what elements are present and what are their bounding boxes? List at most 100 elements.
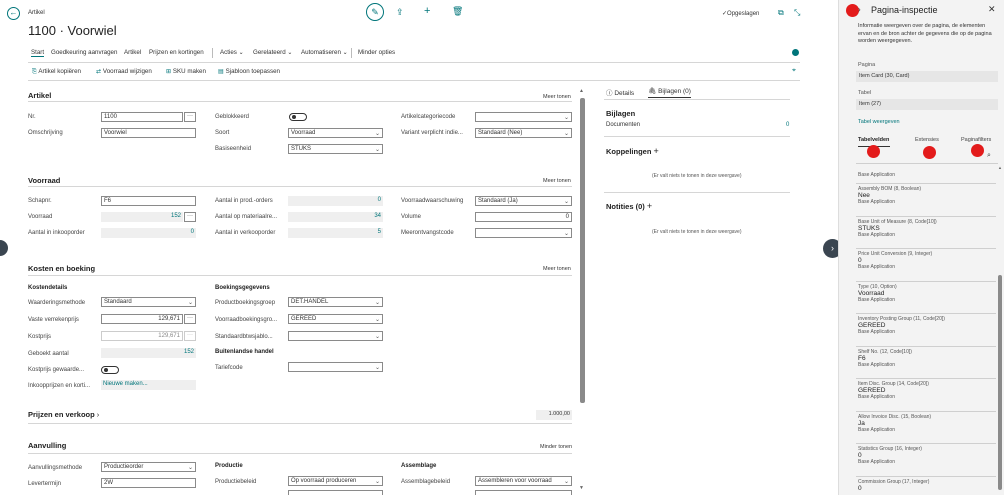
inspector-field-item[interactable]: Allow Invoice Disc. (15, Boolean) Ja Base … bbox=[858, 414, 996, 433]
notities-title: Notities (0) + bbox=[606, 201, 652, 211]
menu-goedkeuring[interactable]: Goedkeuring aanvragen bbox=[51, 49, 117, 56]
menu-acties-label: Acties bbox=[220, 49, 237, 56]
waarschuwing-select[interactable]: Standaard (Ja) ⌄ bbox=[475, 196, 572, 206]
add-link-icon[interactable]: + bbox=[654, 146, 659, 156]
menu-start[interactable]: Start bbox=[31, 49, 45, 57]
nr-lookup-button[interactable]: ··· bbox=[184, 112, 196, 122]
volume-field[interactable]: 0 bbox=[475, 212, 572, 222]
documenten-count[interactable]: 0 bbox=[786, 122, 789, 128]
menu-minder-opties[interactable]: Minder opties bbox=[358, 49, 395, 56]
tarief-select[interactable]: ⌄ bbox=[288, 362, 383, 372]
tab-bijlagen[interactable]: 🖇 Bijlagen (0) bbox=[648, 87, 691, 98]
tab-extensies[interactable]: Extensies bbox=[915, 137, 939, 143]
tab-details[interactable]: ⓘ Details bbox=[606, 87, 634, 97]
show-more-kosten[interactable]: Meer tonen bbox=[543, 266, 571, 272]
section-artikel-title[interactable]: Artikel bbox=[28, 91, 51, 100]
section-prijzen-title[interactable]: Prijzen en verkoop › bbox=[28, 410, 99, 419]
gewaard-toggle[interactable] bbox=[101, 366, 119, 374]
menu-acties[interactable]: Acties ⌄ bbox=[220, 49, 244, 56]
show-less-aanvulling[interactable]: Minder tonen bbox=[540, 444, 572, 450]
page-title: 1100 · Voorwiel bbox=[28, 23, 117, 38]
voorraad-lookup-button[interactable]: ··· bbox=[184, 212, 196, 222]
previous-record-button[interactable] bbox=[0, 240, 8, 256]
add-icon[interactable]: + bbox=[424, 5, 430, 17]
kostprijs-lookup-button[interactable]: ··· bbox=[184, 331, 196, 341]
pin-icon[interactable]: ⌖ bbox=[792, 67, 796, 75]
delete-icon[interactable]: 🗑 bbox=[452, 6, 463, 17]
assemblagebeleid-select[interactable]: Assembleren voor voorraad ⌄ bbox=[475, 476, 572, 486]
soort-select[interactable]: Voorraad ⌄ bbox=[288, 128, 383, 138]
field-source: Base Application bbox=[858, 296, 895, 303]
vaste-lookup-button[interactable]: ··· bbox=[184, 314, 196, 324]
copy-item-button[interactable]: ⎘ Artikel kopiëren bbox=[32, 68, 81, 76]
assemblage-extra-field[interactable] bbox=[475, 490, 572, 495]
scrollbar-thumb[interactable] bbox=[998, 275, 1002, 490]
section-voorraad-title[interactable]: Voorraad bbox=[28, 176, 60, 185]
inspector-field-item[interactable]: Assembly BOM (8, Boolean) Nee Base Applica… bbox=[858, 186, 996, 205]
tabel-weergeven-link[interactable]: Tabel weergeven bbox=[858, 119, 900, 125]
search-icon[interactable]: ⌕ bbox=[987, 152, 991, 160]
meerontvangst-select[interactable]: ⌄ bbox=[475, 228, 572, 238]
inspector-field-item[interactable]: Inventory Posting Group (11, Code[20]) GE… bbox=[858, 316, 996, 335]
nr-field[interactable]: 1100 bbox=[101, 112, 183, 122]
chevron-right-icon[interactable]: › bbox=[858, 5, 861, 14]
field-source: Base Application bbox=[858, 199, 895, 205]
edit-icon[interactable]: ✎ bbox=[366, 3, 384, 21]
omschrijving-field[interactable]: Voorwiel bbox=[101, 128, 196, 138]
section-kosten-title[interactable]: Kosten en boeking bbox=[28, 264, 95, 273]
adjust-inventory-button[interactable]: ⇄ Voorraad wijzigen bbox=[96, 68, 152, 75]
apply-template-button[interactable]: ▤ Sjabloon toepassen bbox=[218, 68, 280, 75]
add-note-icon[interactable]: + bbox=[647, 201, 652, 211]
menu-artikel[interactable]: Artikel bbox=[124, 49, 141, 56]
info-icon[interactable] bbox=[792, 49, 799, 56]
inspector-field-item[interactable]: Base Unit of Measure (8, Code[10]) STUKS B… bbox=[858, 219, 996, 238]
collapse-icon[interactable]: ⤡ bbox=[794, 8, 800, 18]
levertermijn-field[interactable]: 2W bbox=[101, 478, 196, 488]
productiebeleid-select[interactable]: Op voorraad produceren ⌄ bbox=[288, 476, 383, 486]
schapnr-field[interactable]: F6 bbox=[101, 196, 196, 206]
show-more-voorraad[interactable]: Meer tonen bbox=[543, 178, 571, 184]
inspector-field-item[interactable]: Price Unit Conversion (9, Integer) 0 Base … bbox=[858, 251, 996, 270]
open-new-window-icon[interactable]: ⧉ bbox=[778, 8, 784, 18]
section-aanvulling-title[interactable]: Aanvulling bbox=[28, 441, 66, 450]
menu-prijzen[interactable]: Prijzen en kortingen bbox=[149, 49, 204, 56]
back-button[interactable]: ← bbox=[7, 7, 20, 20]
inspector-field-item[interactable]: Item Disc. Group (14, Code[20]) GEREED Bas… bbox=[858, 381, 996, 400]
prodboek-select[interactable]: DET.HANDEL ⌄ bbox=[288, 297, 383, 307]
inspector-field-item[interactable]: Shelf No. (12, Code[10]) F6 Base Applicati… bbox=[858, 349, 996, 368]
share-icon[interactable]: ⇪ bbox=[396, 7, 404, 18]
show-more-artikel[interactable]: Meer tonen bbox=[543, 94, 571, 100]
voorraadboek-select[interactable]: GEREED ⌄ bbox=[288, 314, 383, 324]
productie-extra-field[interactable] bbox=[288, 490, 383, 495]
geblokkeerd-toggle[interactable] bbox=[289, 113, 307, 121]
btw-select[interactable]: ⌄ bbox=[288, 331, 383, 341]
inspector-scrollbar[interactable]: ▲ bbox=[998, 165, 1003, 495]
inkoopprijzen-link[interactable]: Nieuwe maken... bbox=[101, 380, 196, 390]
waardering-select[interactable]: Standaard ⌄ bbox=[101, 297, 196, 307]
geblokkeerd-label: Geblokkeerd bbox=[215, 114, 250, 120]
field-source: Base Application bbox=[858, 361, 895, 368]
scroll-up-arrow[interactable]: ▲ bbox=[579, 88, 584, 94]
vaste-field[interactable]: 129,671 bbox=[101, 314, 183, 324]
tab-tabelvelden[interactable]: Tabelvelden bbox=[858, 137, 889, 143]
inspector-field-item[interactable]: Commission Group (17, Integer) 0 bbox=[858, 479, 996, 492]
methode-select[interactable]: Productieorder ⌄ bbox=[101, 462, 196, 472]
kostprijs-label: Kostprijs bbox=[28, 334, 52, 340]
tab-paginafilters[interactable]: Paginafilters bbox=[961, 137, 991, 143]
inspector-field-item[interactable]: Type (10, Option) Voorraad Base Applicatio… bbox=[858, 284, 996, 303]
menu-gerelateerd[interactable]: Gerelateerd ⌄ bbox=[253, 49, 293, 56]
basiseenheid-select[interactable]: STUKS ⌄ bbox=[288, 144, 383, 154]
variant-select[interactable]: Standaard (Nee) ⌄ bbox=[475, 128, 572, 138]
scroll-up-arrow[interactable]: ▲ bbox=[998, 165, 1002, 170]
menu-automatiseren[interactable]: Automatiseren ⌄ bbox=[301, 49, 348, 56]
scrollbar-thumb[interactable] bbox=[580, 98, 585, 403]
main-scrollbar[interactable]: ▲ ▼ bbox=[579, 88, 586, 493]
inspector-field-item[interactable]: Base Application bbox=[858, 172, 996, 178]
close-icon[interactable]: ✕ bbox=[988, 4, 996, 15]
categorie-select[interactable]: ⌄ bbox=[475, 112, 572, 122]
breadcrumb[interactable]: Artikel bbox=[28, 10, 45, 16]
create-sku-button[interactable]: ⊞ SKU maken bbox=[166, 68, 206, 75]
inspector-field-item[interactable]: Statistics Group (16, Integer) 0 Base Appl… bbox=[858, 446, 996, 465]
scroll-down-arrow[interactable]: ▼ bbox=[579, 485, 584, 491]
chevron-down-icon: ⌄ bbox=[563, 231, 569, 237]
